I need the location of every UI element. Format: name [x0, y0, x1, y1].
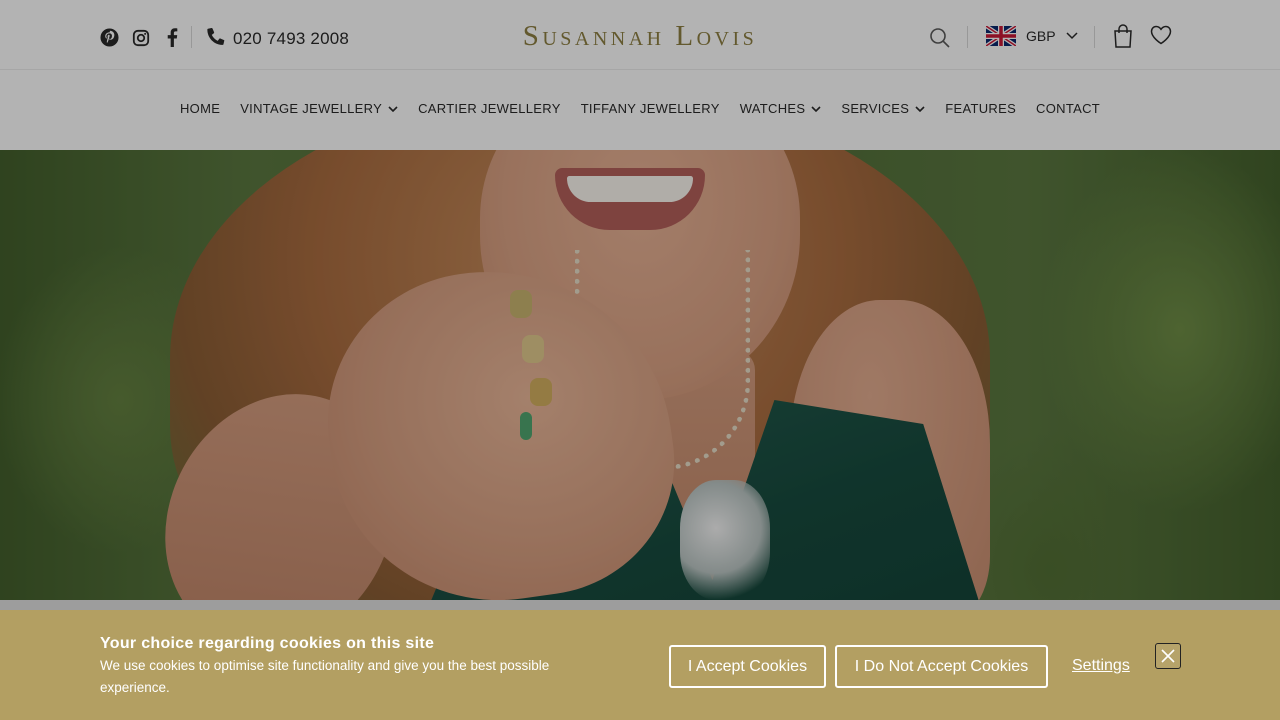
accept-cookies-button[interactable]: I Accept Cookies [669, 645, 826, 688]
close-icon [1161, 649, 1175, 663]
cookie-banner-edge [0, 600, 1280, 610]
cookie-settings-link[interactable]: Settings [1072, 657, 1130, 675]
cookie-banner-text: We use cookies to optimise site function… [100, 658, 550, 695]
cookie-banner: Your choice regarding cookies on this si… [0, 610, 1280, 720]
cookie-banner-title: Your choice regarding cookies on this si… [100, 635, 435, 652]
decline-cookies-button[interactable]: I Do Not Accept Cookies [835, 645, 1048, 688]
close-cookie-banner-button[interactable] [1155, 643, 1181, 669]
